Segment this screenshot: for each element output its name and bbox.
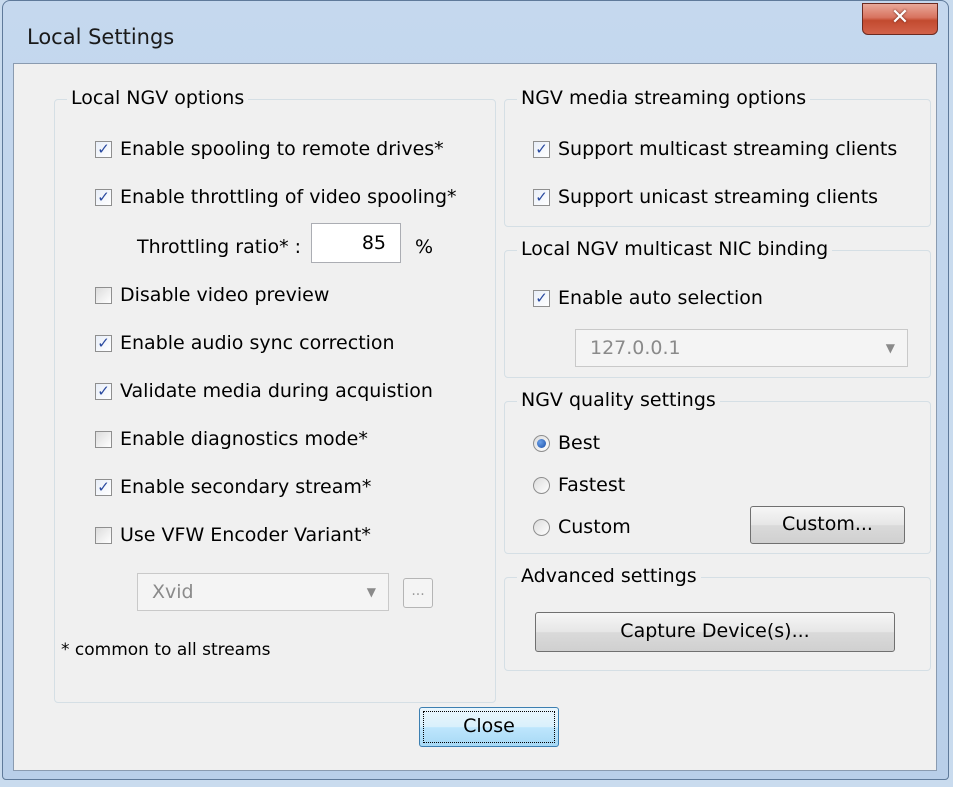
local-ngv-options-group: Local NGV options ✓ Enable spooling to r… [54, 87, 496, 703]
checkbox-unicast[interactable]: ✓ Support unicast streaming clients [533, 186, 878, 208]
advanced-settings-legend: Advanced settings [517, 565, 701, 587]
throttling-ratio-label: Throttling ratio* : [137, 236, 301, 258]
checkbox-icon[interactable] [95, 286, 112, 304]
local-settings-window: Local Settings ✕ Local NGV options ✓ Ena… [2, 0, 949, 780]
percent-label: % [415, 236, 434, 258]
checkbox-label: Support multicast streaming clients [558, 138, 898, 160]
radio-label: Custom [558, 516, 631, 538]
radio-label: Best [558, 432, 601, 454]
checkbox-label: Enable throttling of video spooling* [120, 186, 457, 208]
checkbox-icon[interactable]: ✓ [95, 334, 112, 352]
nic-address-dropdown[interactable]: 127.0.0.1 ▼ [575, 329, 908, 367]
checkbox-label: Enable secondary stream* [120, 476, 372, 498]
checkbox-icon[interactable]: ✓ [533, 188, 550, 206]
nic-binding-legend: Local NGV multicast NIC binding [517, 238, 833, 260]
radio-best[interactable]: Best [533, 432, 600, 454]
checkbox-icon[interactable]: ✓ [95, 188, 112, 206]
footnote: * common to all streams [61, 640, 271, 660]
radio-icon[interactable] [533, 476, 550, 494]
checkbox-diagnostics[interactable]: Enable diagnostics mode* [95, 428, 368, 450]
window-title: Local Settings [27, 25, 175, 49]
checkbox-icon[interactable] [95, 526, 112, 544]
checkbox-icon[interactable]: ✓ [95, 478, 112, 496]
checkbox-label: Enable auto selection [558, 287, 763, 309]
nic-address-value: 127.0.0.1 [590, 337, 681, 359]
checkbox-label: Enable spooling to remote drives* [120, 138, 444, 160]
checkbox-secondary-stream[interactable]: ✓ Enable secondary stream* [95, 476, 371, 498]
checkbox-icon[interactable]: ✓ [95, 140, 112, 158]
focus-outline [423, 711, 555, 743]
radio-icon[interactable] [533, 518, 550, 536]
encoder-dropdown[interactable]: Xvid ▼ [137, 573, 389, 611]
custom-quality-button[interactable]: Custom... [750, 506, 905, 544]
capture-devices-button[interactable]: Capture Device(s)... [535, 612, 895, 652]
radio-label: Fastest [558, 474, 626, 496]
encoder-more-button[interactable]: ... [403, 578, 433, 608]
local-ngv-options-legend: Local NGV options [67, 87, 249, 109]
chevron-down-icon: ▼ [885, 341, 895, 355]
checkbox-multicast[interactable]: ✓ Support multicast streaming clients [533, 138, 897, 160]
radio-icon[interactable] [533, 434, 550, 452]
quality-settings-legend: NGV quality settings [517, 389, 720, 411]
checkbox-throttling[interactable]: ✓ Enable throttling of video spooling* [95, 186, 457, 208]
streaming-options-legend: NGV media streaming options [517, 87, 811, 109]
close-window-icon[interactable]: ✕ [862, 3, 938, 35]
checkbox-label: Use VFW Encoder Variant* [120, 524, 371, 546]
checkbox-label: Enable audio sync correction [120, 332, 395, 354]
close-button[interactable]: Close [419, 707, 559, 747]
radio-custom[interactable]: Custom [533, 516, 631, 538]
streaming-options-group: NGV media streaming options ✓ Support mu… [504, 87, 931, 227]
checkbox-icon[interactable]: ✓ [533, 140, 550, 158]
checkbox-vfw-encoder[interactable]: Use VFW Encoder Variant* [95, 524, 371, 546]
checkbox-icon[interactable]: ✓ [95, 382, 112, 400]
encoder-value: Xvid [152, 581, 194, 603]
checkbox-disable-preview[interactable]: Disable video preview [95, 284, 329, 306]
checkbox-audio-sync[interactable]: ✓ Enable audio sync correction [95, 332, 395, 354]
throttling-unit: % [415, 236, 433, 258]
throttling-ratio-text: Throttling ratio* : [137, 236, 302, 258]
title-bar: Local Settings ✕ [3, 1, 948, 63]
checkbox-icon[interactable]: ✓ [533, 289, 550, 307]
checkbox-label: Disable video preview [120, 284, 330, 306]
checkbox-validate-media[interactable]: ✓ Validate media during acquistion [95, 380, 433, 402]
nic-binding-group: Local NGV multicast NIC binding ✓ Enable… [504, 238, 931, 378]
quality-settings-group: NGV quality settings Best Fastest Custom… [504, 389, 931, 554]
dialog-body: Local NGV options ✓ Enable spooling to r… [13, 63, 937, 771]
checkbox-auto-selection[interactable]: ✓ Enable auto selection [533, 287, 763, 309]
checkbox-label: Validate media during acquistion [120, 380, 433, 402]
checkbox-label: Support unicast streaming clients [558, 186, 879, 208]
checkbox-spooling-remote[interactable]: ✓ Enable spooling to remote drives* [95, 138, 444, 160]
advanced-settings-group: Advanced settings Capture Device(s)... [504, 565, 931, 671]
throttling-ratio-input[interactable]: 85 [311, 223, 401, 263]
checkbox-icon[interactable] [95, 430, 112, 448]
chevron-down-icon: ▼ [366, 585, 376, 599]
radio-fastest[interactable]: Fastest [533, 474, 625, 496]
checkbox-label: Enable diagnostics mode* [120, 428, 368, 450]
